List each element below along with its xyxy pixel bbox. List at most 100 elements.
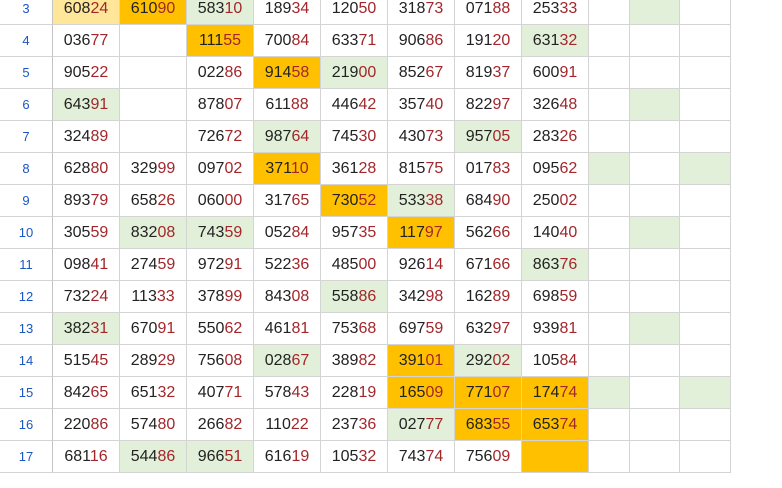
grid-cell[interactable]: 27459 <box>120 249 187 281</box>
grid-cell[interactable]: 36128 <box>321 153 388 185</box>
grid-cell[interactable]: 56266 <box>455 217 522 249</box>
grid-cell[interactable] <box>120 25 187 57</box>
grid-cell[interactable] <box>120 89 187 121</box>
grid-cell[interactable] <box>630 153 680 185</box>
grid-cell[interactable] <box>630 441 680 473</box>
grid-cell[interactable] <box>630 25 680 57</box>
grid-cell[interactable]: 09702 <box>187 153 254 185</box>
grid-cell[interactable]: 09841 <box>53 249 120 281</box>
grid-cell[interactable]: 65374 <box>522 409 589 441</box>
grid-cell[interactable] <box>589 89 630 121</box>
grid-cell[interactable]: 57843 <box>254 377 321 409</box>
grid-cell[interactable] <box>630 185 680 217</box>
row-number[interactable]: 10 <box>0 217 53 249</box>
row-number[interactable]: 6 <box>0 89 53 121</box>
grid-cell[interactable]: 67091 <box>120 313 187 345</box>
grid-cell[interactable]: 68355 <box>455 409 522 441</box>
grid-cell[interactable] <box>630 313 680 345</box>
grid-cell[interactable]: 05284 <box>254 217 321 249</box>
grid-cell[interactable]: 57480 <box>120 409 187 441</box>
grid-cell[interactable] <box>680 249 731 281</box>
grid-cell[interactable] <box>589 377 630 409</box>
grid-cell[interactable] <box>680 89 731 121</box>
grid-cell[interactable]: 55062 <box>187 313 254 345</box>
grid-cell[interactable] <box>680 121 731 153</box>
grid-cell[interactable]: 54486 <box>120 441 187 473</box>
grid-cell[interactable] <box>589 441 630 473</box>
grid-cell[interactable] <box>680 377 731 409</box>
grid-cell[interactable]: 02777 <box>388 409 455 441</box>
row-number[interactable]: 8 <box>0 153 53 185</box>
grid-cell[interactable]: 22086 <box>53 409 120 441</box>
grid-cell[interactable] <box>589 0 630 25</box>
grid-cell[interactable]: 48500 <box>321 249 388 281</box>
grid-cell[interactable]: 30559 <box>53 217 120 249</box>
grid-cell[interactable]: 58310 <box>187 0 254 25</box>
grid-cell[interactable]: 97291 <box>187 249 254 281</box>
grid-cell[interactable]: 32999 <box>120 153 187 185</box>
grid-cell[interactable] <box>589 153 630 185</box>
grid-cell[interactable]: 21900 <box>321 57 388 89</box>
grid-cell[interactable] <box>589 185 630 217</box>
grid-cell[interactable]: 10584 <box>522 345 589 377</box>
grid-cell[interactable]: 11797 <box>388 217 455 249</box>
grid-cell[interactable]: 01783 <box>455 153 522 185</box>
grid-cell[interactable] <box>589 313 630 345</box>
row-number[interactable]: 17 <box>0 441 53 473</box>
row-number[interactable]: 11 <box>0 249 53 281</box>
row-number[interactable]: 13 <box>0 313 53 345</box>
grid-cell[interactable]: 75368 <box>321 313 388 345</box>
grid-cell[interactable]: 38982 <box>321 345 388 377</box>
row-number[interactable]: 14 <box>0 345 53 377</box>
grid-cell[interactable] <box>680 409 731 441</box>
grid-cell[interactable]: 85267 <box>388 57 455 89</box>
grid-cell[interactable]: 74359 <box>187 217 254 249</box>
grid-cell[interactable]: 28326 <box>522 121 589 153</box>
grid-cell[interactable] <box>630 249 680 281</box>
grid-cell[interactable]: 61090 <box>120 0 187 25</box>
grid-cell[interactable] <box>589 25 630 57</box>
grid-cell[interactable]: 91458 <box>254 57 321 89</box>
grid-cell[interactable]: 14040 <box>522 217 589 249</box>
grid-cell[interactable]: 22819 <box>321 377 388 409</box>
grid-cell[interactable]: 62880 <box>53 153 120 185</box>
grid-cell[interactable]: 65826 <box>120 185 187 217</box>
grid-cell[interactable] <box>630 409 680 441</box>
grid-cell[interactable]: 93981 <box>522 313 589 345</box>
grid-cell[interactable]: 60091 <box>522 57 589 89</box>
grid-cell[interactable]: 11155 <box>187 25 254 57</box>
grid-cell[interactable]: 32489 <box>53 121 120 153</box>
grid-cell[interactable]: 64391 <box>53 89 120 121</box>
grid-cell[interactable] <box>589 217 630 249</box>
grid-cell[interactable]: 98764 <box>254 121 321 153</box>
grid-cell[interactable]: 77107 <box>455 377 522 409</box>
grid-cell[interactable]: 75609 <box>455 441 522 473</box>
grid-cell[interactable]: 63132 <box>522 25 589 57</box>
row-number[interactable]: 3 <box>0 0 53 25</box>
grid-cell[interactable] <box>589 121 630 153</box>
grid-cell[interactable]: 55886 <box>321 281 388 313</box>
grid-cell[interactable]: 67166 <box>455 249 522 281</box>
grid-cell[interactable] <box>680 313 731 345</box>
grid-cell[interactable] <box>680 345 731 377</box>
grid-cell[interactable] <box>630 217 680 249</box>
grid-cell[interactable] <box>589 249 630 281</box>
grid-cell[interactable]: 39101 <box>388 345 455 377</box>
grid-cell[interactable] <box>680 441 731 473</box>
grid-cell[interactable]: 37110 <box>254 153 321 185</box>
grid-cell[interactable] <box>630 121 680 153</box>
grid-cell[interactable]: 81575 <box>388 153 455 185</box>
grid-cell[interactable]: 60824 <box>53 0 120 25</box>
grid-cell[interactable]: 84308 <box>254 281 321 313</box>
grid-cell[interactable]: 70084 <box>254 25 321 57</box>
grid-cell[interactable]: 32648 <box>522 89 589 121</box>
row-number[interactable]: 4 <box>0 25 53 57</box>
grid-cell[interactable]: 03677 <box>53 25 120 57</box>
grid-cell[interactable]: 25333 <box>522 0 589 25</box>
grid-cell[interactable] <box>120 121 187 153</box>
grid-cell[interactable] <box>630 0 680 25</box>
grid-cell[interactable]: 37899 <box>187 281 254 313</box>
grid-cell[interactable]: 02286 <box>187 57 254 89</box>
grid-cell[interactable] <box>680 217 731 249</box>
grid-cell[interactable]: 87807 <box>187 89 254 121</box>
